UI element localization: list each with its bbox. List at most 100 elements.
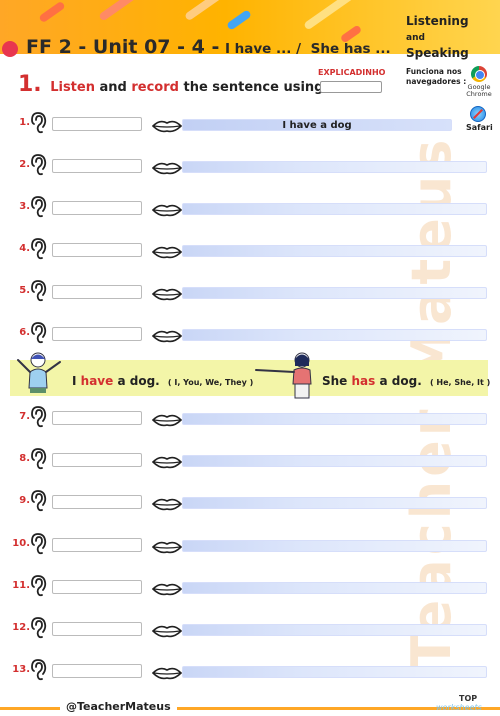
record-button[interactable] [52,538,142,552]
girl-illustration [17,352,61,393]
page-title: FF 2 - Unit 07 - 4 - I have ... / She ha… [26,36,391,58]
answer-field[interactable] [182,582,487,594]
exercise-row: 1. I have a dog [0,112,500,134]
decor-streak [226,9,252,31]
ear-listen-icon[interactable] [30,154,48,176]
example-right-verb: has [351,374,376,388]
answer-field[interactable] [182,287,487,299]
lips-speak-icon[interactable] [151,665,183,680]
row-number: 10. [12,538,30,549]
ear-listen-icon[interactable] [30,322,48,344]
exercise-row: 12. [0,617,500,639]
ear-listen-icon[interactable] [30,617,48,639]
lips-speak-icon[interactable] [151,581,183,596]
ear-listen-icon[interactable] [30,238,48,260]
record-button[interactable] [52,664,142,678]
explicadinho-input[interactable] [320,81,382,93]
footer-worksheets-label: worksheets [436,703,482,712]
ear-listen-icon[interactable] [30,575,48,597]
answer-field[interactable] [182,455,487,467]
record-button[interactable] [52,243,142,257]
lips-speak-icon[interactable] [151,286,183,301]
example-left-post: a dog. [117,374,160,388]
answer-field[interactable] [182,497,487,509]
answer-field[interactable] [182,329,487,341]
exercise-row: 8. [0,448,500,470]
row-number: 4. [19,243,30,254]
ear-listen-icon[interactable] [30,112,48,134]
row-number: 13. [12,664,30,675]
record-button[interactable] [52,411,142,425]
answer-field[interactable] [182,540,487,552]
instruction-listen: Listen [50,80,95,95]
row-number: 6. [19,327,30,338]
record-button[interactable] [52,495,142,509]
record-button[interactable] [52,117,142,131]
exercise-row: 7. [0,406,500,428]
ear-listen-icon[interactable] [30,490,48,512]
ear-listen-icon[interactable] [30,280,48,302]
skill-badge: Listening and Speaking [406,14,480,60]
decor-streak [38,0,66,24]
record-button[interactable] [52,201,142,215]
record-button[interactable] [52,580,142,594]
lips-speak-icon[interactable] [151,160,183,175]
woman-pointing-illustration [255,352,312,399]
example-left-sub: ( I, You, We, They ) [167,378,254,387]
exercise-row: 4. [0,238,500,260]
row-number: 8. [19,453,30,464]
answer-field[interactable] [182,624,487,636]
answer-field[interactable] [182,161,487,173]
title-main: FF 2 - Unit 07 - 4 - [26,36,220,58]
example-left-verb: have [80,374,114,388]
browsers-label: Funciona nos navegadores : [406,67,467,86]
ear-listen-icon[interactable] [30,448,48,470]
decor-dot [2,41,18,57]
lips-speak-icon[interactable] [151,539,183,554]
lips-speak-icon[interactable] [151,244,183,259]
badge-and: and [406,33,425,43]
explicadinho-label: EXPLICADINHO [318,68,386,77]
lips-speak-icon[interactable] [151,496,183,511]
record-button[interactable] [52,622,142,636]
row-number: 9. [19,495,30,506]
answer-field[interactable] [182,413,487,425]
decor-streak [98,0,144,22]
row-number: 3. [19,201,30,212]
exercise-row: 10. [0,533,500,555]
exercise-row: 6. [0,322,500,344]
row-number: 7. [19,411,30,422]
instruction-and: and [99,80,127,95]
instruction-record: record [131,80,179,95]
record-button[interactable] [52,285,142,299]
example-left-pre: I [72,374,77,388]
ear-listen-icon[interactable] [30,533,48,555]
lips-speak-icon[interactable] [151,328,183,343]
footer-handle: @TeacherMateus [60,700,177,713]
answer-field[interactable] [182,245,487,257]
answer-field[interactable] [182,203,487,215]
lips-speak-icon[interactable] [151,623,183,638]
badge-line1: Listening [406,14,469,28]
ear-listen-icon[interactable] [30,659,48,681]
lips-speak-icon[interactable] [151,118,183,133]
lips-speak-icon[interactable] [151,454,183,469]
exercise-row: 13. [0,659,500,681]
record-button[interactable] [52,327,142,341]
record-button[interactable] [52,453,142,467]
example-right-post: a dog. [379,374,422,388]
answer-field[interactable] [182,666,487,678]
exercise-row: 5. [0,280,500,302]
answer-field[interactable]: I have a dog [182,119,452,131]
ear-listen-icon[interactable] [30,196,48,218]
ear-listen-icon[interactable] [30,406,48,428]
exercise-row: 9. [0,490,500,512]
badge-line2: Speaking [406,46,469,60]
lips-speak-icon[interactable] [151,412,183,427]
exercise-row: 3. [0,196,500,218]
example-right-pre: She [322,374,348,388]
chrome-label: Google Chrome [466,83,492,98]
record-button[interactable] [52,159,142,173]
row-number: 1. [19,117,30,128]
lips-speak-icon[interactable] [151,202,183,217]
